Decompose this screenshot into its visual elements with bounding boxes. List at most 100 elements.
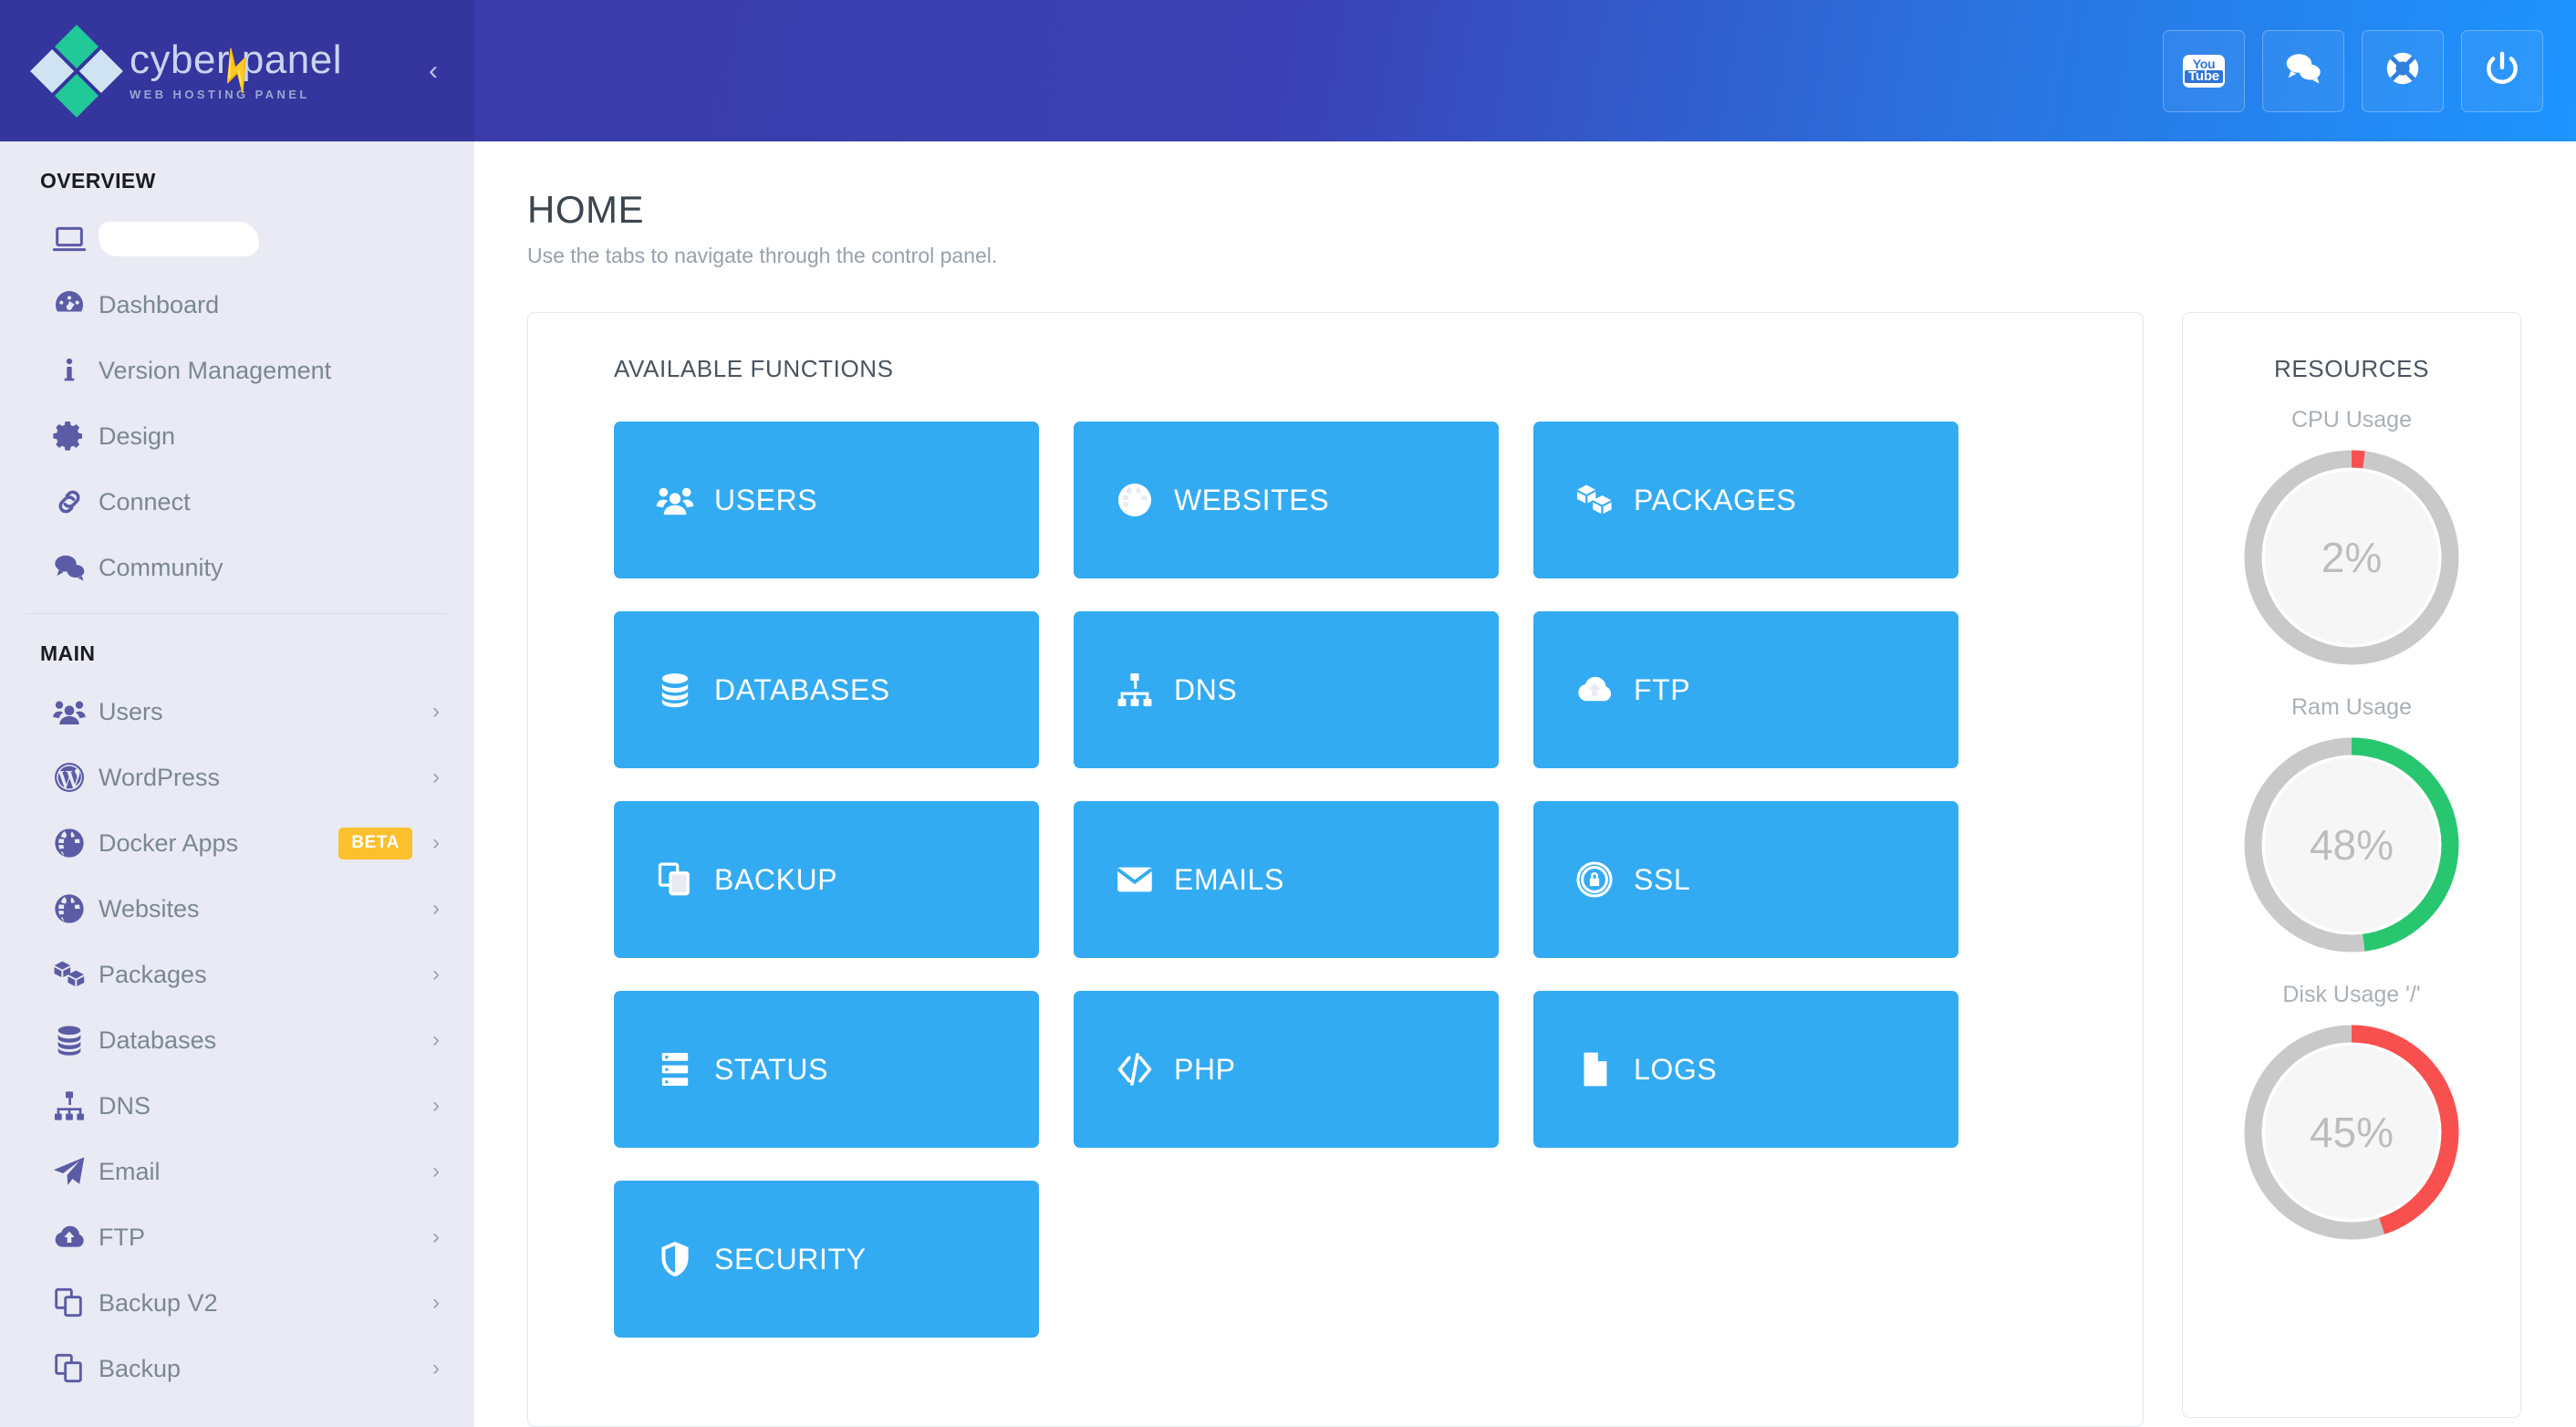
sidebar-item-websites[interactable]: Websites ›: [0, 876, 474, 942]
function-tile-label: PHP: [1174, 1052, 1236, 1086]
sidebar-item-ftp[interactable]: FTP ›: [0, 1204, 474, 1270]
chevron-right-icon: ›: [432, 765, 440, 789]
function-tile-php[interactable]: PHP: [1074, 991, 1499, 1149]
function-tile-label: SECURITY: [714, 1242, 867, 1276]
info-icon: [51, 352, 99, 389]
logout-button[interactable]: [2461, 29, 2543, 112]
lock-circle-icon: [1574, 859, 1634, 901]
function-tile-label: BACKUP: [714, 862, 838, 896]
sidebar-item-email[interactable]: Email ›: [0, 1139, 474, 1204]
sidebar-item-label: Docker Apps: [99, 828, 239, 857]
chevron-right-icon: ›: [432, 1093, 440, 1118]
life-ring-icon: [2383, 48, 2423, 93]
sidebar-item-databases[interactable]: Databases ›: [0, 1007, 474, 1073]
function-tile-databases[interactable]: DATABASES: [614, 611, 1039, 769]
gauge-value: 45%: [2309, 1109, 2394, 1157]
function-tile-dns[interactable]: DNS: [1074, 611, 1499, 769]
cyberpanel-app: ⚡ cyber panel WEB HOSTING PANEL ‹ OVERVI…: [0, 0, 2576, 1427]
function-tile-label: DNS: [1174, 672, 1238, 706]
youtube-icon: You Tube: [2183, 54, 2225, 88]
sidebar-item-dashboard[interactable]: Dashboard: [0, 272, 474, 338]
sidebar-item-docker-apps[interactable]: Docker Apps BETA ›: [0, 810, 474, 876]
resources-card: RESOURCES CPU Usage 2% Ram Usage 48% Disk Us…: [2182, 312, 2521, 1419]
function-tile-label: WEBSITES: [1174, 483, 1330, 516]
function-tile-status[interactable]: STATUS: [614, 991, 1039, 1149]
sidebar-navigation: OVERVIEW Dashboard Version Management Desig…: [0, 141, 474, 1401]
packages-icon: [1574, 479, 1634, 521]
function-tile-ftp[interactable]: FTP: [1533, 611, 1958, 769]
sidebar-item-label: Packages: [99, 960, 207, 988]
function-tile-emails[interactable]: EMAILS: [1074, 801, 1499, 959]
copy-icon: [51, 1350, 99, 1387]
sidebar-item-label: Backup: [99, 1354, 182, 1382]
sidebar-item-label: Websites: [99, 894, 200, 922]
sidebar-item-label: Community: [99, 553, 223, 581]
sidebar-item-version-management[interactable]: Version Management: [0, 338, 474, 403]
globe-icon: [51, 825, 99, 861]
sidebar-collapse-button[interactable]: ‹: [415, 53, 452, 89]
function-tile-label: STATUS: [714, 1052, 829, 1086]
function-tile-logs[interactable]: LOGS: [1533, 991, 1958, 1149]
chat-button[interactable]: [2262, 29, 2344, 112]
function-tile-label: DATABASES: [714, 672, 890, 706]
sitemap-icon: [51, 1088, 99, 1124]
copy-icon: [654, 859, 714, 901]
function-tile-label: FTP: [1634, 672, 1691, 706]
gauge-ram-usage: Ram Usage 48%: [2183, 694, 2520, 958]
youtube-button[interactable]: You Tube: [2163, 29, 2245, 112]
sidebar-item-backup-v2[interactable]: Backup V2 ›: [0, 1270, 474, 1336]
sidebar-item-label: Users: [99, 697, 163, 725]
globe-icon: [1114, 479, 1174, 521]
page-subtitle: Use the tabs to navigate through the con…: [527, 244, 998, 268]
comments-icon: [51, 549, 99, 586]
main-region: You Tube HOME Use the tabs to navigate t…: [474, 0, 2576, 1427]
gauge-donut: 48%: [2238, 732, 2465, 958]
sidebar-item-design[interactable]: Design: [0, 403, 474, 469]
cyberpanel-logo-icon: [30, 24, 123, 118]
chevron-right-icon: ›: [432, 1290, 440, 1315]
sidebar-item-label: Connect: [99, 487, 191, 516]
sidebar-item-label: Dashboard: [99, 290, 220, 318]
sidebar-item-connect[interactable]: Connect: [0, 469, 474, 535]
sidebar-item-label: FTP: [99, 1223, 145, 1251]
sidebar-item-packages[interactable]: Packages ›: [0, 942, 474, 1007]
sidebar-item-label: Databases: [99, 1026, 217, 1054]
function-tile-packages[interactable]: PACKAGES: [1533, 422, 1958, 579]
sidebar-item-hostname[interactable]: [0, 206, 474, 272]
sidebar-item-label: Design: [99, 422, 176, 450]
chevron-right-icon: ›: [432, 962, 440, 986]
function-tile-users[interactable]: USERS: [614, 422, 1039, 579]
chevron-left-icon: ‹: [429, 55, 438, 86]
users-icon: [51, 693, 99, 730]
brand-header: ⚡ cyber panel WEB HOSTING PANEL ‹: [0, 0, 474, 141]
support-button[interactable]: [2362, 29, 2444, 112]
envelope-icon: [1114, 859, 1174, 901]
function-tile-websites[interactable]: WEBSITES: [1074, 422, 1499, 579]
chevron-right-icon: ›: [432, 1159, 440, 1183]
function-tile-label: SSL: [1634, 862, 1691, 896]
sidebar-item-dns[interactable]: DNS ›: [0, 1073, 474, 1139]
sidebar-item-users[interactable]: Users ›: [0, 679, 474, 745]
sidebar-item-community[interactable]: Community: [0, 535, 474, 600]
wordpress-icon: [51, 759, 99, 796]
shield-icon: [654, 1238, 714, 1280]
sidebar-item-backup[interactable]: Backup ›: [0, 1336, 474, 1401]
sidebar-section-title-main: MAIN: [40, 641, 96, 665]
gauge-label: Ram Usage: [2291, 694, 2412, 721]
function-tile-security[interactable]: SECURITY: [614, 1181, 1039, 1338]
sidebar-item-wordpress[interactable]: WordPress ›: [0, 745, 474, 810]
gauge-label: Disk Usage '/': [2282, 982, 2421, 1008]
gauge-disk-usage-: Disk Usage '/' 45%: [2183, 982, 2520, 1245]
function-tile-backup[interactable]: BACKUP: [614, 801, 1039, 959]
sidebar-item-label: Email: [99, 1157, 161, 1185]
function-tile-ssl[interactable]: SSL: [1533, 801, 1958, 959]
database-icon: [654, 669, 714, 711]
cloud-upload-icon: [1574, 669, 1634, 711]
packages-icon: [51, 956, 99, 993]
copy-icon: [51, 1285, 99, 1321]
sidebar-item-label: Backup V2: [99, 1288, 218, 1317]
link-icon: [51, 484, 99, 520]
content-area: HOME Use the tabs to navigate through th…: [474, 141, 2576, 1427]
gear-icon: [51, 418, 99, 454]
chevron-right-icon: ›: [432, 1224, 440, 1249]
